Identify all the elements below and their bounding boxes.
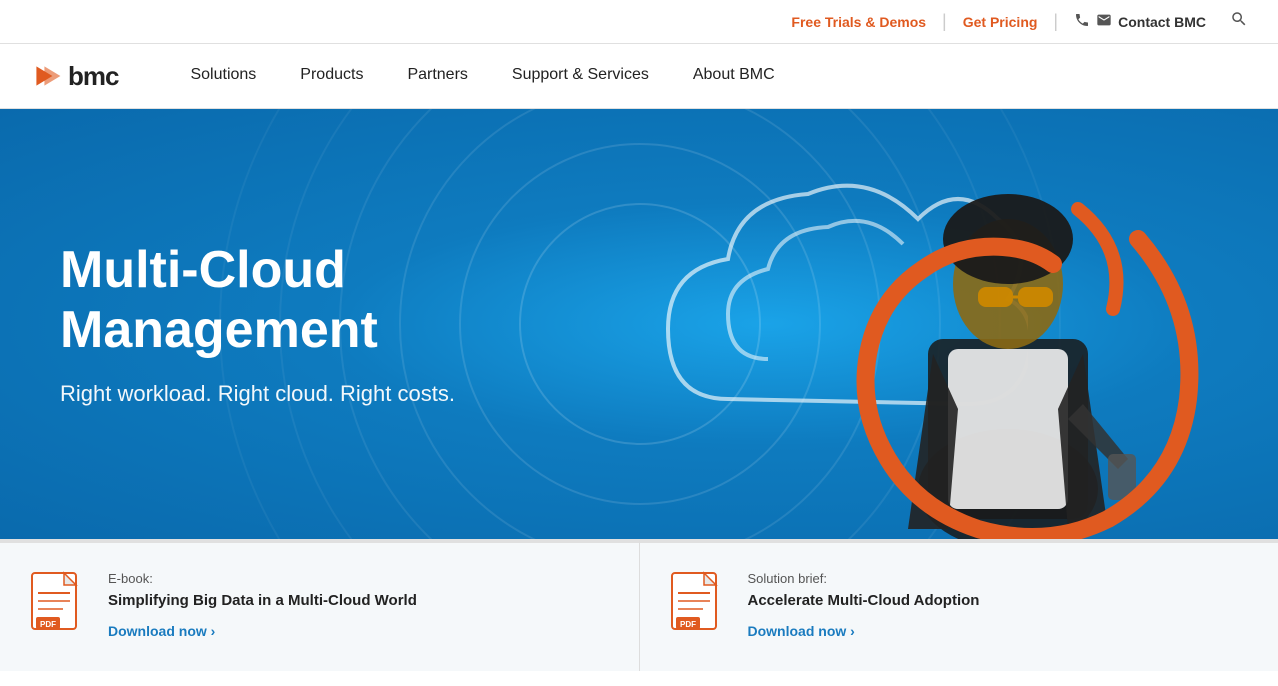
- card-1-body: E-book: Simplifying Big Data in a Multi-…: [108, 571, 609, 641]
- logo[interactable]: bmc: [30, 60, 118, 92]
- free-trials-link[interactable]: Free Trials & Demos: [791, 14, 926, 30]
- card-2-title: Accelerate Multi-Cloud Adoption: [748, 590, 1249, 611]
- nav-items-list: Solutions Products Partners Support & Se…: [168, 44, 796, 108]
- divider-2: |: [1053, 11, 1058, 32]
- get-pricing-link[interactable]: Get Pricing: [963, 14, 1038, 30]
- hero-section: Multi-Cloud Management Right workload. R…: [0, 109, 1278, 539]
- svg-text:PDF: PDF: [40, 620, 56, 629]
- phone-icon: [1074, 12, 1090, 32]
- card-1-type: E-book:: [108, 571, 609, 586]
- card-1-pdf-icon: PDF: [28, 571, 88, 643]
- logo-text: bmc: [68, 61, 118, 92]
- card-1-download-link[interactable]: Download now ›: [108, 623, 215, 639]
- hero-subtitle: Right workload. Right cloud. Right costs…: [60, 381, 640, 407]
- contact-label: Contact BMC: [1118, 14, 1206, 30]
- card-2-body: Solution brief: Accelerate Multi-Cloud A…: [748, 571, 1249, 641]
- card-2-download-link[interactable]: Download now ›: [748, 623, 855, 639]
- card-ebook: PDF E-book: Simplifying Big Data in a Mu…: [0, 539, 640, 671]
- nav-item-about[interactable]: About BMC: [671, 44, 797, 108]
- main-nav: bmc Solutions Products Partners Support …: [0, 44, 1278, 109]
- cards-row: PDF E-book: Simplifying Big Data in a Mu…: [0, 539, 1278, 671]
- card-2-pdf-icon: PDF: [668, 571, 728, 643]
- contact-bmc[interactable]: Contact BMC: [1074, 12, 1206, 32]
- divider-1: |: [942, 11, 947, 32]
- orange-cloud-graphic: [768, 189, 1218, 539]
- email-icon: [1096, 12, 1112, 32]
- top-bar: Free Trials & Demos | Get Pricing | Cont…: [0, 0, 1278, 44]
- nav-item-support[interactable]: Support & Services: [490, 44, 671, 108]
- card-2-type: Solution brief:: [748, 571, 1249, 586]
- nav-item-solutions[interactable]: Solutions: [168, 44, 278, 108]
- hero-content: Multi-Cloud Management Right workload. R…: [0, 109, 700, 539]
- search-icon[interactable]: [1230, 10, 1248, 33]
- svg-text:PDF: PDF: [680, 620, 696, 629]
- nav-item-partners[interactable]: Partners: [385, 44, 489, 108]
- hero-title: Multi-Cloud Management: [60, 241, 640, 361]
- card-solution-brief: PDF Solution brief: Accelerate Multi-Clo…: [640, 539, 1278, 671]
- card-1-title: Simplifying Big Data in a Multi-Cloud Wo…: [108, 590, 609, 611]
- nav-item-products[interactable]: Products: [278, 44, 385, 108]
